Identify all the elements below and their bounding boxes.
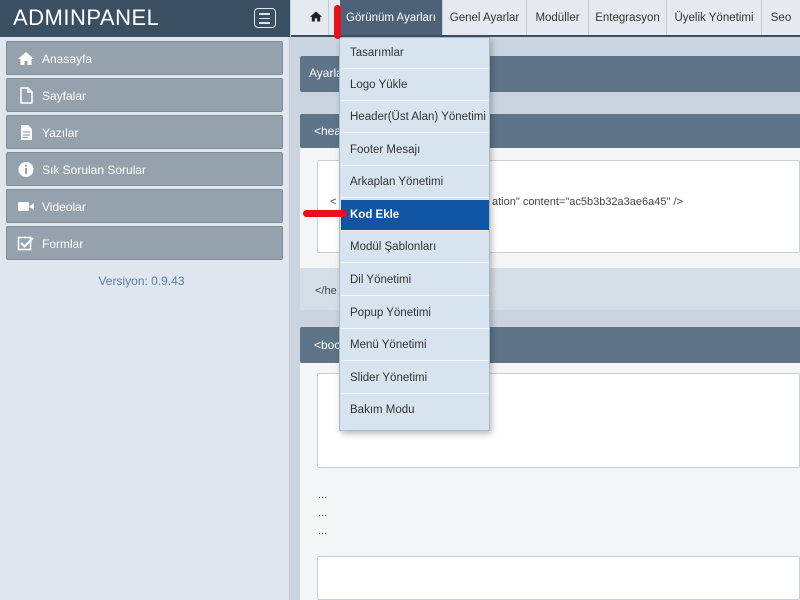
head-code-text-right: ation" content="ac5b3b32a3ae6a45" /> xyxy=(492,196,683,208)
body-code-textarea-bottom[interactable] xyxy=(317,556,800,600)
body-panel-title: <boc xyxy=(314,338,341,352)
document-icon xyxy=(20,87,33,104)
annotation-mark-kod-ekle xyxy=(303,210,347,217)
sidebar-item-sss[interactable]: Sık Sorulan Sorular xyxy=(6,152,283,186)
dropdown-item-popup-yonetimi[interactable]: Popup Yönetimi xyxy=(341,298,489,329)
version-text: Versiyon: 0.9.43 xyxy=(98,274,185,288)
brand-bar: ADMINPANEL xyxy=(0,0,290,37)
sidebar: ADMINPANEL Anasayfa Sayfalar Yazılar Sık… xyxy=(0,0,290,600)
sidebar-item-label: Videolar xyxy=(42,200,86,214)
sidebar-item-videolar[interactable]: Videolar xyxy=(6,189,283,223)
dropdown-item-slider-yonetimi[interactable]: Slider Yönetimi xyxy=(341,363,489,394)
sidebar-item-yazilar[interactable]: Yazılar xyxy=(6,115,283,149)
dropdown-item-footer-mesaji[interactable]: Footer Mesajı xyxy=(341,135,489,166)
head-close-tag: </he xyxy=(315,285,337,297)
tab-home[interactable] xyxy=(303,0,329,35)
sidebar-item-sayfalar[interactable]: Sayfalar xyxy=(6,78,283,112)
checkbox-icon xyxy=(17,236,34,251)
text-file-icon xyxy=(21,125,32,140)
ellipsis-line: ... xyxy=(318,489,328,501)
sidebar-item-label: Yazılar xyxy=(42,126,79,140)
dropdown-item-dil-yonetimi[interactable]: Dil Yönetimi xyxy=(341,265,489,296)
sidebar-item-label: Anasayfa xyxy=(42,52,93,66)
gorunum-ayarlari-dropdown: Tasarımlar Logo Yükle Header(Üst Alan) Y… xyxy=(339,37,490,431)
tab-genel-ayarlar[interactable]: Genel Ayarlar xyxy=(443,0,527,35)
tab-gorunum-ayarlari[interactable]: Görünüm Ayarları xyxy=(340,0,443,35)
home-icon xyxy=(309,11,322,22)
ellipsis-lines: ... ... ... xyxy=(318,486,327,540)
dropdown-item-kod-ekle[interactable]: Kod Ekle xyxy=(341,200,489,231)
annotation-mark-tab xyxy=(334,5,341,39)
sidebar-item-formlar[interactable]: Formlar xyxy=(6,226,283,260)
dropdown-item-arkaplan-yonetimi[interactable]: Arkaplan Yönetimi xyxy=(341,167,489,198)
tab-moduller[interactable]: Modüller xyxy=(527,0,589,35)
dropdown-item-logo-yukle[interactable]: Logo Yükle xyxy=(341,70,489,101)
sidebar-nav: Anasayfa Sayfalar Yazılar Sık Sorulan So… xyxy=(6,41,283,263)
top-navbar: Görünüm Ayarları Genel Ayarlar Modüller … xyxy=(291,0,800,37)
app-title: ADMINPANEL xyxy=(13,5,160,30)
sidebar-item-label: Sık Sorulan Sorular xyxy=(42,163,147,177)
head-code-text-left: < xyxy=(330,196,337,208)
menu-toggle-button[interactable] xyxy=(254,8,276,28)
section-title: Ayarla xyxy=(309,66,343,80)
home-icon xyxy=(18,52,34,65)
dropdown-item-modul-sablonlari[interactable]: Modül Şablonları xyxy=(341,232,489,263)
dropdown-item-tasarimlar[interactable]: Tasarımlar xyxy=(341,38,489,69)
dropdown-item-header-yonetimi[interactable]: Header(Üst Alan) Yönetimi xyxy=(341,102,489,133)
info-icon xyxy=(18,162,34,177)
head-panel-title: <hea xyxy=(314,124,342,138)
tab-entegrasyon[interactable]: Entegrasyon xyxy=(589,0,667,35)
tab-seo[interactable]: Seo xyxy=(762,0,800,35)
sidebar-item-label: Formlar xyxy=(42,237,84,251)
dropdown-item-menu-yonetimi[interactable]: Menü Yönetimi xyxy=(341,330,489,361)
ellipsis-line: ... xyxy=(318,525,328,537)
video-camera-icon xyxy=(18,202,34,211)
dropdown-item-bakim-modu[interactable]: Bakım Modu xyxy=(341,395,489,426)
ellipsis-line: ... xyxy=(318,507,328,519)
tab-uyelik-yonetimi[interactable]: Üyelik Yönetimi xyxy=(667,0,762,35)
sidebar-item-label: Sayfalar xyxy=(42,89,87,103)
sidebar-item-anasayfa[interactable]: Anasayfa xyxy=(6,41,283,75)
